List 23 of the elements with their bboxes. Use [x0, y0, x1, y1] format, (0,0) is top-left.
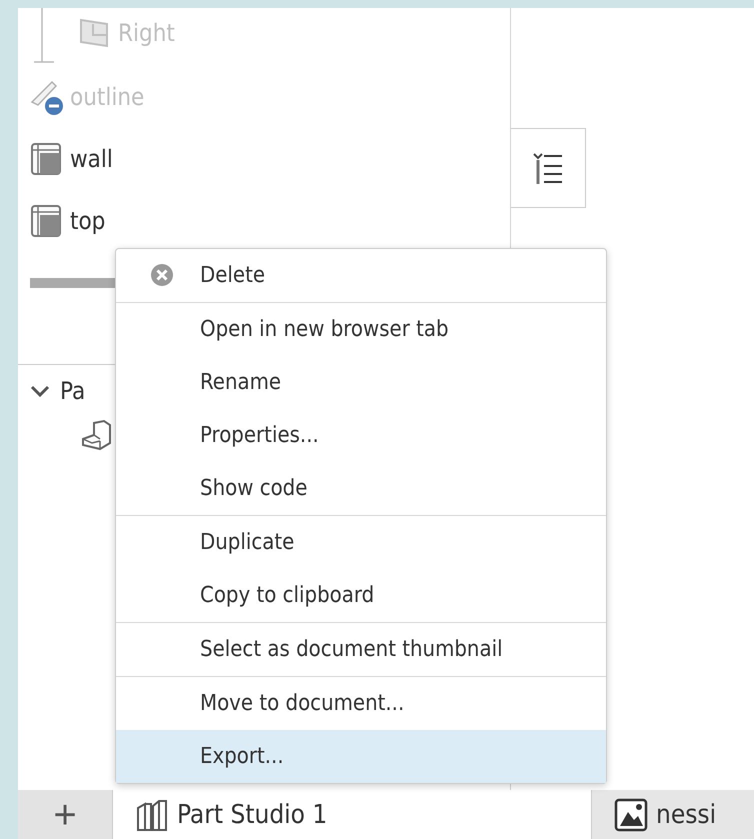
- section-title: Pa: [60, 377, 86, 405]
- tab[interactable]: Part Studio 1: [112, 790, 591, 839]
- menu-item[interactable]: Open in new browser tab: [116, 303, 606, 356]
- menu-item[interactable]: Select as document thumbnail: [116, 623, 606, 677]
- menu-item[interactable]: Copy to clipboard: [116, 569, 606, 623]
- part-icon: [30, 204, 64, 238]
- menu-item[interactable]: Show code: [116, 462, 606, 516]
- part-studio-icon: [135, 798, 169, 832]
- part-icon: [30, 142, 64, 176]
- tree-item[interactable]: top: [18, 190, 510, 252]
- menu-item[interactable]: Move to document...: [116, 677, 606, 730]
- menu-item[interactable]: Duplicate: [116, 516, 606, 569]
- menu-item[interactable]: Rename: [116, 356, 606, 409]
- tree-item[interactable]: wall: [18, 128, 510, 190]
- add-button[interactable]: +: [18, 790, 112, 839]
- delete-icon: [150, 263, 174, 287]
- menu-item[interactable]: Properties...: [116, 409, 606, 462]
- menu-item[interactable]: Export...: [116, 730, 606, 783]
- menu-item[interactable]: Delete: [116, 249, 606, 303]
- list-toggle-button[interactable]: [510, 128, 586, 208]
- image-icon: [614, 798, 648, 832]
- sketch-icon: [30, 78, 64, 116]
- part-icon: [80, 419, 114, 453]
